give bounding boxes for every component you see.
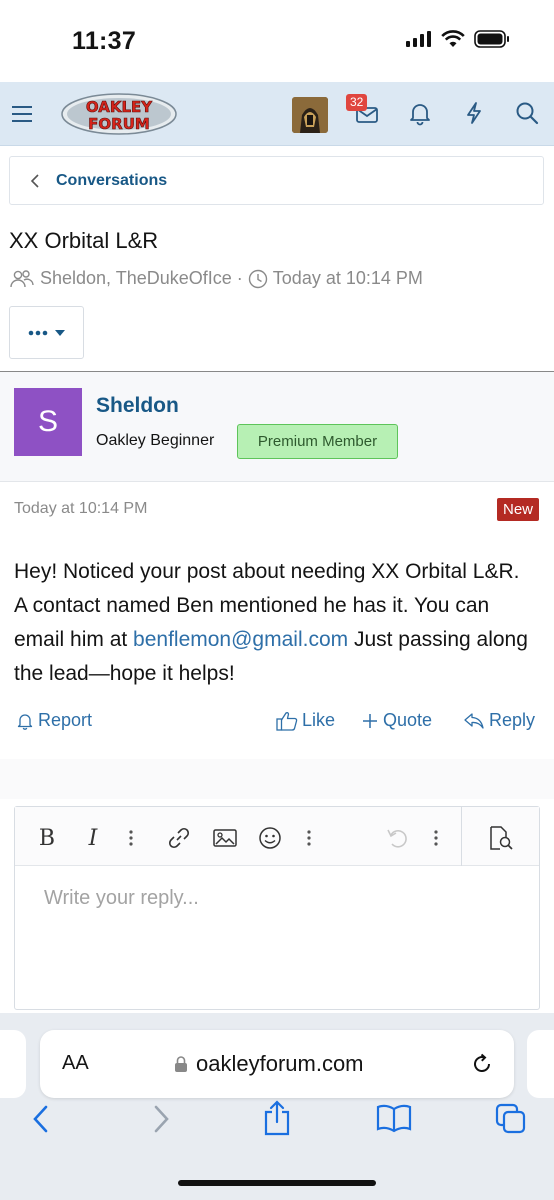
meta-separator: · (236, 268, 243, 288)
forum-header: OAKLEY FORUM 32 (0, 82, 554, 146)
message-body: Hey! Noticed your post about needing XX … (14, 555, 534, 691)
page-settings-button[interactable]: AA (62, 1052, 89, 1075)
chevron-left-icon (30, 174, 39, 188)
more-insert-options-icon[interactable] (301, 825, 317, 851)
message-date[interactable]: Today at 10:14 PM (14, 500, 147, 518)
user-title: Oakley Beginner (96, 432, 215, 449)
search-icon[interactable] (514, 100, 540, 126)
conversation-meta: Sheldon, TheDukeOfIce · Today at 10:14 P… (9, 268, 423, 289)
share-icon[interactable] (262, 1099, 292, 1137)
reload-icon[interactable] (470, 1052, 494, 1076)
message-actions: Report Like Quote Reply (14, 710, 540, 738)
home-indicator (178, 1180, 376, 1186)
lightning-icon[interactable] (461, 100, 487, 126)
avatar[interactable]: S (14, 388, 82, 456)
svg-text:FORUM: FORUM (88, 115, 150, 133)
email-link[interactable]: benflemon@gmail.com (133, 628, 348, 651)
breadcrumb-label[interactable]: Conversations (56, 172, 167, 190)
status-bar: 11:37 (0, 0, 554, 82)
link-icon[interactable] (165, 825, 193, 851)
thumbs-up-icon (276, 711, 298, 731)
bold-button[interactable]: B (35, 825, 59, 851)
url-text: oakleyforum.com (196, 1051, 364, 1076)
tabs-icon[interactable] (495, 1103, 527, 1135)
report-label: Report (38, 710, 93, 730)
next-tab-preview[interactable] (527, 1030, 554, 1098)
bookmarks-icon[interactable] (376, 1103, 412, 1133)
username[interactable]: Sheldon (96, 394, 179, 418)
forum-logo[interactable]: OAKLEY FORUM (60, 92, 178, 136)
image-icon[interactable] (211, 825, 239, 851)
more-options-icon[interactable] (428, 825, 444, 851)
message: S Sheldon Oakley Beginner Premium Member… (0, 371, 554, 759)
divider-band (0, 759, 554, 799)
browser-nav (0, 1100, 554, 1143)
preview-icon[interactable] (485, 825, 517, 851)
battery-icon (474, 30, 509, 48)
plus-icon (363, 713, 377, 728)
emoji-icon[interactable] (256, 825, 284, 851)
inbox-count-badge: 32 (346, 94, 368, 111)
user-avatar-image[interactable] (292, 97, 328, 133)
reply-icon (464, 712, 484, 729)
reply-editor[interactable]: B I Write your reply... (14, 806, 540, 1010)
clock: 11:37 (72, 27, 137, 55)
participants[interactable]: Sheldon, TheDukeOfIce (40, 268, 232, 289)
svg-text:OAKLEY: OAKLEY (86, 98, 153, 116)
address-bar[interactable]: AA oakleyforum.com (40, 1030, 514, 1098)
bell-icon (17, 713, 33, 730)
more-text-options-icon[interactable] (123, 825, 139, 851)
caret-down-icon (54, 329, 65, 336)
lock-icon (175, 1056, 187, 1072)
reply-input[interactable]: Write your reply... (44, 887, 199, 910)
previous-tab-preview[interactable] (0, 1030, 26, 1098)
bell-icon[interactable] (407, 100, 433, 126)
editor-toolbar: B I (15, 807, 539, 866)
signal-icon (406, 31, 431, 47)
url-display[interactable]: oakleyforum.com (174, 1051, 364, 1077)
like-label: Like (302, 710, 336, 730)
reply-label: Reply (489, 710, 536, 730)
user-badge: Premium Member (237, 424, 398, 459)
toolbar-divider (461, 807, 462, 866)
ellipsis-icon (28, 330, 47, 335)
quote-button[interactable]: Quote (361, 710, 432, 731)
wifi-icon (441, 30, 465, 47)
started-date: Today at 10:14 PM (272, 268, 423, 288)
quote-label: Quote (383, 710, 433, 730)
back-icon[interactable] (30, 1103, 52, 1135)
more-options-button[interactable] (9, 306, 84, 359)
clock-icon (248, 269, 267, 288)
users-icon (10, 269, 34, 287)
status-icons (406, 30, 510, 48)
breadcrumb[interactable]: Conversations (9, 156, 544, 205)
new-badge: New (497, 498, 540, 521)
italic-button[interactable]: I (81, 825, 105, 851)
like-button[interactable]: Like (276, 710, 335, 731)
page-title: XX Orbital L&R (9, 228, 159, 253)
undo-icon[interactable] (383, 825, 411, 851)
report-button[interactable]: Report (16, 710, 92, 731)
browser-toolbar: AA oakleyforum.com (0, 1013, 554, 1200)
reply-button[interactable]: Reply (463, 710, 535, 731)
menu-icon[interactable] (12, 106, 32, 122)
message-user-header: S Sheldon Oakley Beginner Premium Member (0, 372, 554, 482)
forward-icon[interactable] (150, 1103, 172, 1135)
